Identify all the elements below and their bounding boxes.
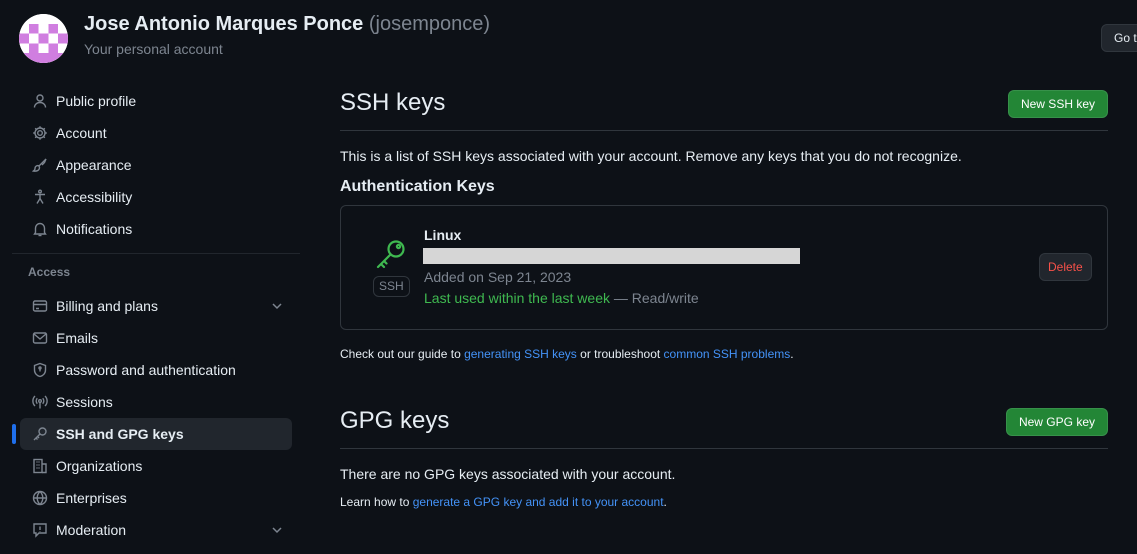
key-icon <box>32 426 48 442</box>
sidebar-item-billing[interactable]: Billing and plans <box>20 290 292 322</box>
ssh-keys-section: SSH keys New SSH key This is a list of S… <box>340 80 1108 361</box>
sidebar-item-label: Sessions <box>56 394 113 410</box>
sidebar-item-appearance[interactable]: Appearance <box>20 149 292 181</box>
sidebar-item-ssh-gpg-keys[interactable]: SSH and GPG keys <box>12 418 292 450</box>
delete-ssh-key-button[interactable]: Delete <box>1039 253 1092 281</box>
sidebar-item-sessions[interactable]: Sessions <box>20 386 292 418</box>
guide-prefix: Check out our guide to <box>340 347 465 361</box>
bell-icon <box>32 221 48 237</box>
go-to-profile-button[interactable]: Go to your personal profile <box>1101 24 1137 52</box>
ssh-key-last-used: Last used within the last week <box>424 290 610 306</box>
ssh-type-badge: SSH <box>373 276 410 297</box>
key-icon <box>373 237 409 273</box>
ssh-section-title: SSH keys <box>340 89 446 116</box>
sidebar-item-notifications[interactable]: Notifications <box>20 213 292 245</box>
sidebar-item-label: Account <box>56 125 107 141</box>
sidebar-item-label: Enterprises <box>56 490 127 506</box>
settings-sidebar: Public profile Account Appearance Access… <box>12 85 300 546</box>
user-display-name[interactable]: Jose Antonio Marques Ponce (josemponce) <box>84 13 490 36</box>
globe-icon <box>32 490 48 506</box>
sidebar-item-enterprises[interactable]: Enterprises <box>20 482 292 514</box>
accessibility-icon <box>32 189 48 205</box>
chevron-down-icon[interactable] <box>270 299 284 313</box>
gpg-section-header: GPG keys New GPG key <box>340 398 1108 449</box>
ssh-guide-text: Check out our guide to generating SSH ke… <box>340 347 1108 361</box>
gpg-learn-text: Learn how to generate a GPG key and add … <box>340 495 1108 509</box>
generating-ssh-keys-link[interactable]: generating SSH keys <box>464 347 577 361</box>
generate-gpg-key-link[interactable]: generate a GPG key and add it to your ac… <box>413 495 664 509</box>
organization-icon <box>32 458 48 474</box>
sidebar-item-account[interactable]: Account <box>20 117 292 149</box>
ssh-intro-text: This is a list of SSH keys associated wi… <box>340 148 962 164</box>
sidebar-item-label: Moderation <box>56 522 127 538</box>
gpg-keys-section: GPG keys New GPG key There are no GPG ke… <box>340 398 1108 509</box>
ssh-key-fingerprint-redacted <box>423 248 800 264</box>
sidebar-item-organizations[interactable]: Organizations <box>20 450 292 482</box>
new-ssh-key-button[interactable]: New SSH key <box>1007 90 1108 118</box>
ssh-key-title: Linux <box>424 227 462 243</box>
common-ssh-problems-link[interactable]: common SSH problems <box>664 347 791 361</box>
guide-middle: or troubleshoot <box>576 347 664 361</box>
ssh-key-added-date: Added on Sep 21, 2023 <box>424 269 572 285</box>
sidebar-item-label: Emails <box>56 330 99 346</box>
sidebar-heading-access: Access <box>28 265 71 279</box>
sidebar-item-label: SSH and GPG keys <box>56 426 184 442</box>
new-gpg-key-button[interactable]: New GPG key <box>1005 408 1108 436</box>
user-login: (josemponce) <box>368 13 491 35</box>
user-full-name: Jose Antonio Marques Ponce <box>84 13 364 35</box>
sidebar-item-label: Appearance <box>56 157 132 173</box>
sidebar-item-emails[interactable]: Emails <box>20 322 292 354</box>
learn-prefix: Learn how to <box>340 495 413 509</box>
sidebar-item-label: Public profile <box>56 93 137 109</box>
ssh-key-usage: Last used within the last week — Read/wr… <box>424 290 699 306</box>
sidebar-item-label: Password and authentication <box>56 362 236 378</box>
gpg-section-title: GPG keys <box>340 407 450 434</box>
guide-suffix: . <box>790 347 794 361</box>
shield-lock-icon <box>32 362 48 378</box>
person-icon <box>32 93 48 109</box>
gpg-empty-text: There are no GPG keys associated with yo… <box>340 466 676 482</box>
ssh-section-header: SSH keys New SSH key <box>340 80 1108 131</box>
credit-card-icon <box>32 298 48 314</box>
learn-suffix: . <box>663 495 667 509</box>
sidebar-item-label: Organizations <box>56 458 143 474</box>
gear-icon <box>32 125 48 141</box>
chevron-down-icon[interactable] <box>270 523 284 537</box>
sidebar-item-public-profile[interactable]: Public profile <box>20 85 292 117</box>
paintbrush-icon <box>32 157 48 173</box>
avatar[interactable] <box>19 14 68 63</box>
sidebar-item-label: Billing and plans <box>56 298 158 314</box>
ssh-key-access: — Read/write <box>610 290 699 306</box>
main-content: SSH keys New SSH key This is a list of S… <box>340 80 1108 509</box>
account-type-label: Your personal account <box>84 41 223 57</box>
sidebar-item-password-auth[interactable]: Password and authentication <box>20 354 292 386</box>
sidebar-item-label: Accessibility <box>56 189 133 205</box>
sidebar-item-label: Notifications <box>56 221 133 237</box>
authentication-keys-heading: Authentication Keys <box>340 178 495 195</box>
page-header: Jose Antonio Marques Ponce (josemponce) … <box>0 0 1137 80</box>
mail-icon <box>32 330 48 346</box>
sidebar-divider <box>12 253 300 254</box>
broadcast-icon <box>32 394 48 410</box>
ssh-key-item: SSH Linux Added on Sep 21, 2023 Last use… <box>340 205 1108 330</box>
sidebar-item-accessibility[interactable]: Accessibility <box>20 181 292 213</box>
sidebar-item-moderation[interactable]: Moderation <box>20 514 292 546</box>
report-icon <box>32 522 48 538</box>
